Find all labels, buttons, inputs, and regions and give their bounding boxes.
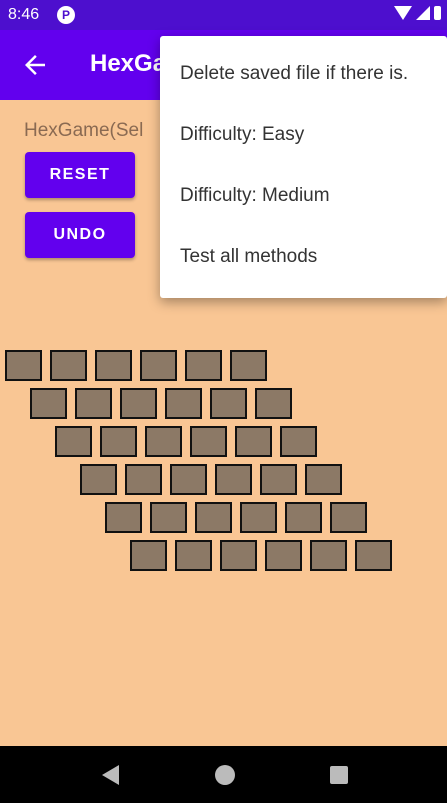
wifi-icon bbox=[394, 6, 412, 20]
hex-cell[interactable] bbox=[170, 464, 207, 495]
hex-cell[interactable] bbox=[165, 388, 202, 419]
hex-cell[interactable] bbox=[260, 464, 297, 495]
game-subtitle: HexGame(Sel bbox=[24, 120, 144, 141]
reset-button[interactable]: RESET bbox=[25, 152, 135, 198]
battery-icon bbox=[434, 6, 441, 20]
hex-cell[interactable] bbox=[230, 350, 267, 381]
hex-cell[interactable] bbox=[120, 388, 157, 419]
hex-cell[interactable] bbox=[210, 388, 247, 419]
hex-cell[interactable] bbox=[150, 502, 187, 533]
hex-cell[interactable] bbox=[50, 350, 87, 381]
hex-cell[interactable] bbox=[95, 350, 132, 381]
navigation-bar bbox=[0, 746, 447, 803]
hex-cell[interactable] bbox=[265, 540, 302, 571]
hex-cell[interactable] bbox=[355, 540, 392, 571]
hex-cell[interactable] bbox=[175, 540, 212, 571]
hex-cell[interactable] bbox=[185, 350, 222, 381]
hex-cell[interactable] bbox=[310, 540, 347, 571]
nav-recents-icon[interactable] bbox=[330, 766, 348, 784]
hex-cell[interactable] bbox=[330, 502, 367, 533]
hex-cell[interactable] bbox=[80, 464, 117, 495]
notification-icon: P bbox=[57, 6, 75, 24]
status-bar: 8:46 P bbox=[0, 0, 447, 30]
menu-item-difficulty-easy[interactable]: Difficulty: Easy bbox=[180, 124, 304, 146]
nav-home-icon[interactable] bbox=[215, 765, 235, 785]
hex-cell[interactable] bbox=[195, 502, 232, 533]
hex-cell[interactable] bbox=[55, 426, 92, 457]
hex-cell[interactable] bbox=[105, 502, 142, 533]
overflow-menu: Delete saved file if there is. Difficult… bbox=[160, 36, 447, 298]
hex-cell[interactable] bbox=[145, 426, 182, 457]
hex-cell[interactable] bbox=[30, 388, 67, 419]
hex-cell[interactable] bbox=[140, 350, 177, 381]
menu-item-test-all[interactable]: Test all methods bbox=[180, 246, 317, 268]
hex-cell[interactable] bbox=[285, 502, 322, 533]
hex-cell[interactable] bbox=[220, 540, 257, 571]
hex-cell[interactable] bbox=[215, 464, 252, 495]
status-time: 8:46 bbox=[8, 6, 40, 23]
hex-cell[interactable] bbox=[75, 388, 112, 419]
back-arrow-icon[interactable] bbox=[20, 50, 50, 80]
hex-cell[interactable] bbox=[125, 464, 162, 495]
hex-cell[interactable] bbox=[305, 464, 342, 495]
menu-item-delete-saved[interactable]: Delete saved file if there is. bbox=[180, 63, 408, 85]
hex-cell[interactable] bbox=[280, 426, 317, 457]
signal-icon bbox=[416, 6, 430, 20]
hex-cell[interactable] bbox=[240, 502, 277, 533]
undo-button[interactable]: UNDO bbox=[25, 212, 135, 258]
hex-cell[interactable] bbox=[190, 426, 227, 457]
menu-item-difficulty-medium[interactable]: Difficulty: Medium bbox=[180, 185, 330, 207]
nav-back-icon[interactable] bbox=[102, 765, 119, 785]
hex-cell[interactable] bbox=[235, 426, 272, 457]
hex-cell[interactable] bbox=[255, 388, 292, 419]
hex-cell[interactable] bbox=[100, 426, 137, 457]
status-icons bbox=[394, 6, 441, 20]
hex-cell[interactable] bbox=[5, 350, 42, 381]
hex-cell[interactable] bbox=[130, 540, 167, 571]
